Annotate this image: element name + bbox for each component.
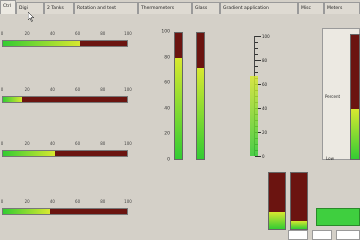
right-panel-bar	[350, 34, 360, 160]
vgauge-tick-label: 100	[161, 29, 170, 35]
hgauge-bar	[2, 40, 128, 47]
hgauge-tick-label: 40	[49, 141, 55, 146]
hgauge-fill	[3, 209, 51, 214]
ruler-tick-label: 20	[262, 130, 268, 135]
hgauge-tick-label: 100	[124, 31, 132, 36]
ruler-mark	[255, 72, 258, 73]
hgauge-tick-label: 40	[49, 199, 55, 204]
ruler-mark	[255, 36, 261, 37]
hgauge-tick-label: 20	[24, 31, 30, 36]
bottom-green-panel	[316, 208, 360, 226]
vgauge-tick-label: 0	[167, 157, 170, 163]
right-panel-bottom-label: Low	[326, 156, 334, 161]
ruler-indicator	[250, 76, 258, 156]
hgauge-tick-label: 60	[75, 31, 81, 36]
tab-strip: Ctrl Digi 2 Tanks Rotation and text Thermome…	[0, 0, 360, 14]
tab-thermometers[interactable]: Thermometers	[138, 2, 192, 14]
hgauge-tick-label: 40	[49, 31, 55, 36]
hgauge-tick-label: 20	[24, 141, 30, 146]
vgauge-fill	[197, 68, 204, 159]
bottom-white-panel-1	[288, 230, 308, 240]
ruler-tick-label: 60	[262, 82, 268, 87]
bottom-white-panel-2	[312, 230, 332, 240]
tab-ctrl[interactable]: Ctrl	[0, 0, 16, 14]
right-panel-side-label: Percent	[325, 94, 341, 99]
mini-bar-fill	[269, 212, 285, 229]
hgauge-scale: 0 20 40 60 80 100	[0, 141, 132, 147]
hgauge-tick-label: 0	[0, 31, 4, 36]
ruler-tick-label: 80	[262, 58, 268, 63]
hgauge-tick-label: 60	[75, 199, 81, 204]
hgauge-tick-label: 80	[100, 199, 106, 204]
hgauge-tick-label: 0	[0, 199, 4, 204]
hgauge-tick-label: 0	[0, 87, 4, 92]
hgauge-tick-label: 80	[100, 141, 106, 146]
tab-2-tanks[interactable]: 2 Tanks	[44, 2, 74, 14]
mini-bar-fill	[291, 220, 307, 229]
hgauge-fill	[3, 41, 80, 46]
ruler-mark	[255, 48, 258, 49]
hgauge-fill	[3, 97, 22, 102]
mouse-cursor-icon	[28, 12, 34, 22]
hgauge-scale: 0 20 40 60 80 100	[0, 87, 132, 93]
hgauge-tick-label: 100	[124, 141, 132, 146]
vgauge-tick-label: 60	[164, 80, 170, 86]
hgauge-tick-label: 60	[75, 141, 81, 146]
tab-glass[interactable]: Glass	[192, 2, 220, 14]
hgauge-tick-label: 20	[24, 87, 30, 92]
hgauge-bar	[2, 208, 128, 215]
vgauge-tick-label: 20	[164, 131, 170, 137]
ruler-mark	[255, 156, 261, 157]
hgauge-tick-label: 100	[124, 199, 132, 204]
mini-bar	[268, 172, 286, 230]
vgauge-bar	[196, 32, 205, 160]
vgauge-tick-label: 40	[164, 106, 170, 112]
ruler-tick-label: 100	[262, 34, 270, 39]
ruler-mark	[255, 66, 258, 67]
hgauge-tick-label: 80	[100, 87, 106, 92]
vgauge-bar	[174, 32, 183, 160]
hgauge-tick-label: 40	[49, 87, 55, 92]
vgauge-fill	[175, 58, 182, 159]
ruler-tick-label: 0	[262, 154, 265, 159]
hgauge-tick-label: 100	[124, 87, 132, 92]
tab-misc[interactable]: Misc	[298, 2, 324, 14]
hgauge-bar	[2, 150, 128, 157]
vgauge-scale: 100 80 60 40 20 0	[156, 29, 170, 163]
hgauge-tick-label: 20	[24, 199, 30, 204]
tab-rotation-and-text[interactable]: Rotation and text	[74, 2, 138, 14]
hgauge-fill	[3, 151, 56, 156]
mini-bar	[290, 172, 308, 230]
hgauge-tick-label: 0	[0, 141, 4, 146]
ruler-tick-label: 40	[262, 106, 268, 111]
tab-gradient-application[interactable]: Gradient application	[220, 2, 298, 14]
ruler-mark	[255, 60, 261, 61]
hgauge-scale: 0 20 40 60 80 100	[0, 199, 132, 205]
hgauge-tick-label: 80	[100, 31, 106, 36]
tab-meters[interactable]: Meters	[324, 2, 360, 14]
vgauge-tick-label: 80	[164, 55, 170, 61]
hgauge-scale: 0 20 40 60 80 100	[0, 31, 132, 37]
bottom-white-panel-3	[336, 230, 360, 240]
hgauge-bar	[2, 96, 128, 103]
hgauge-tick-label: 60	[75, 87, 81, 92]
ruler-mark	[255, 54, 258, 55]
ruler-mark	[255, 42, 258, 43]
